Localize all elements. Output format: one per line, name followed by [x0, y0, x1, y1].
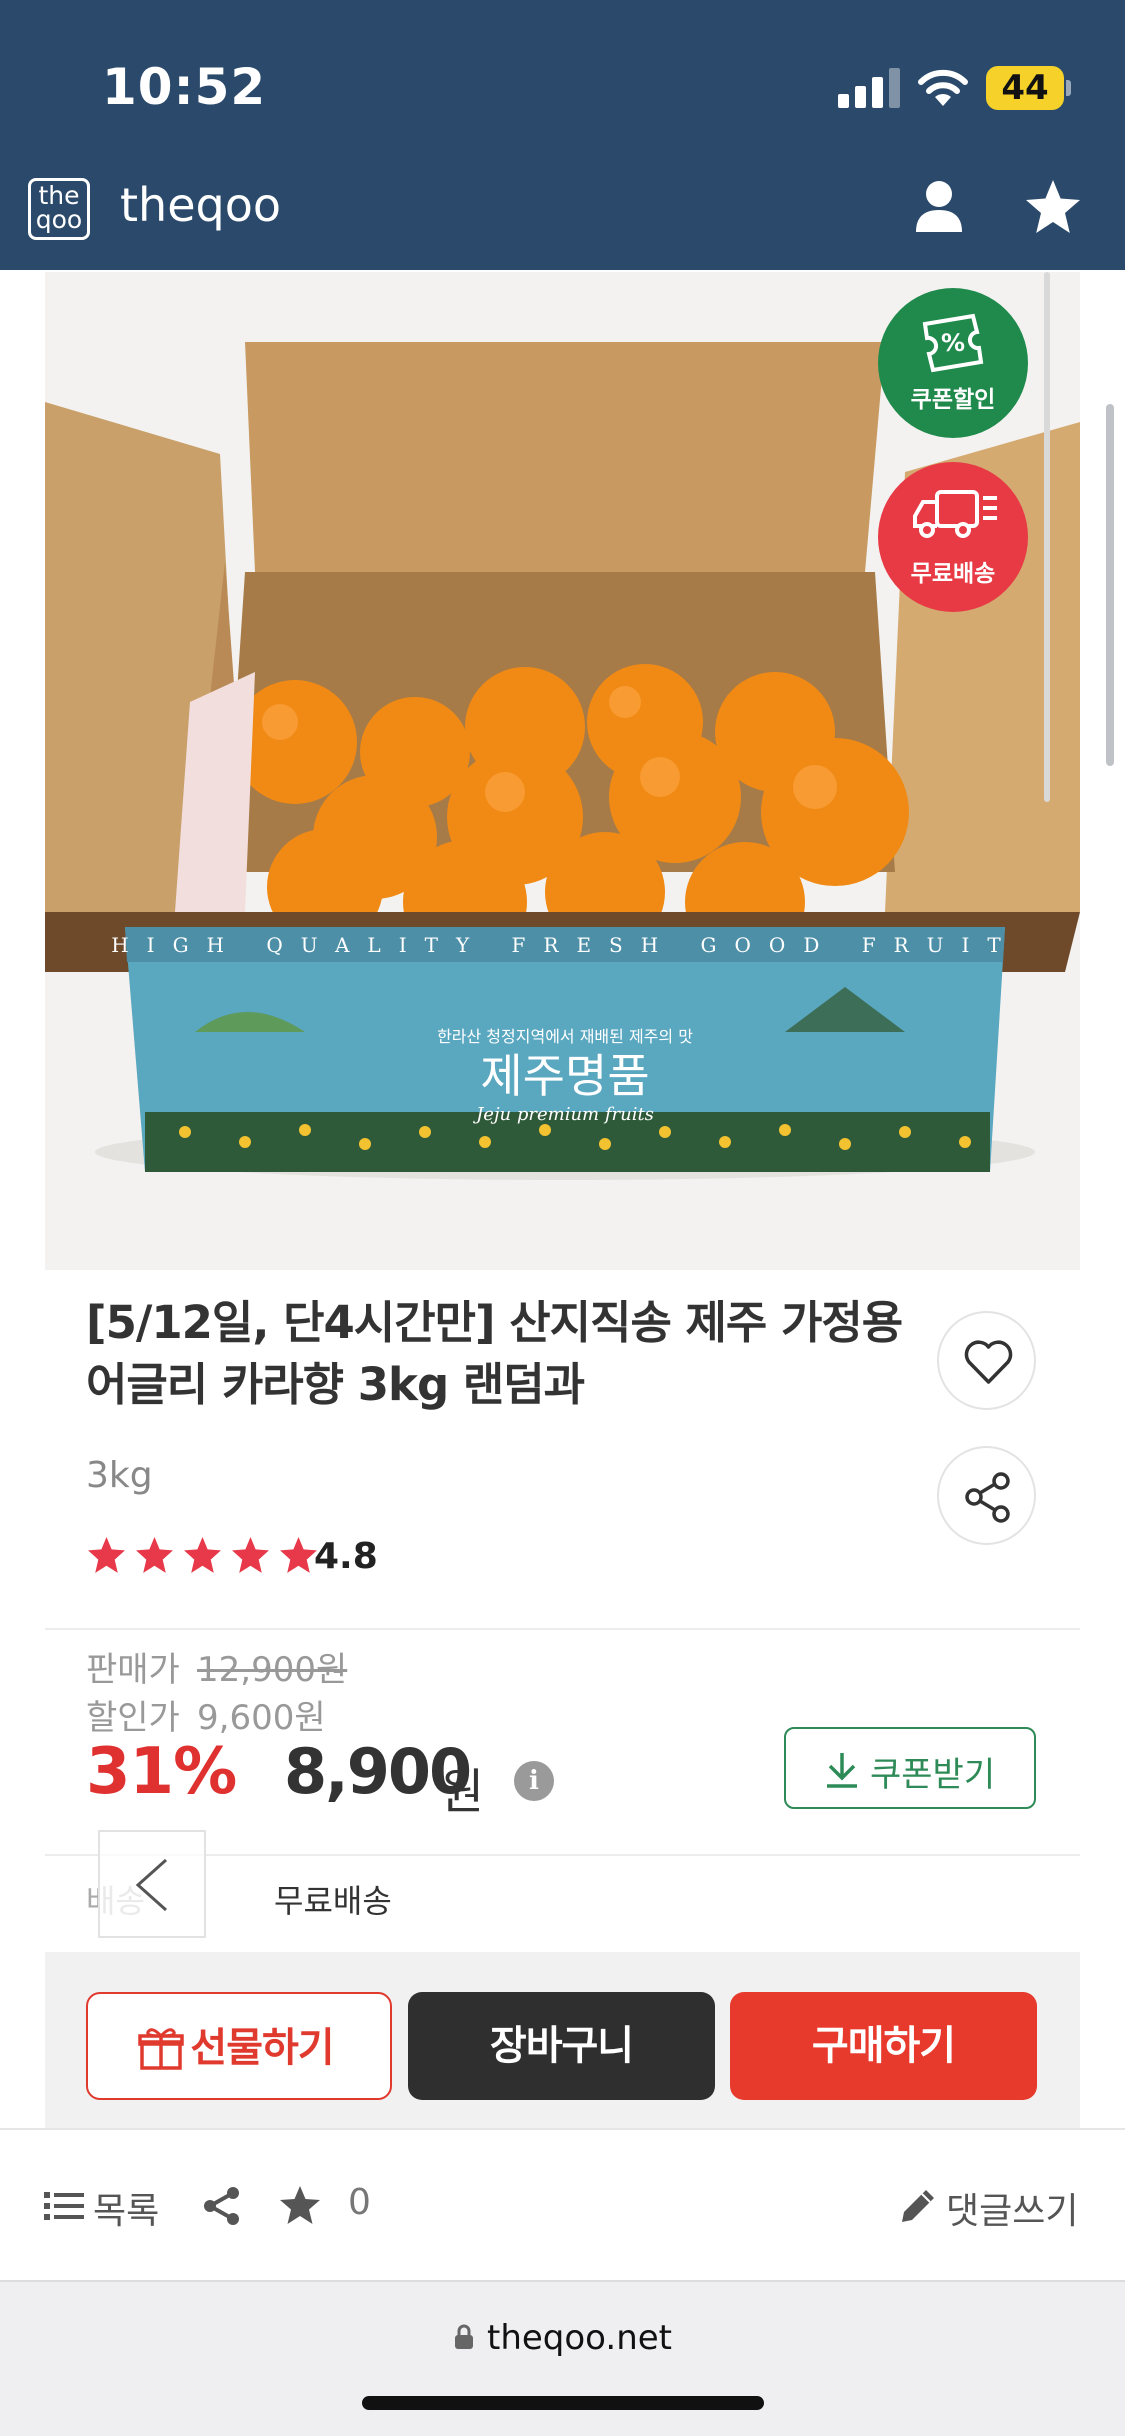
share-button[interactable] — [937, 1446, 1036, 1545]
free-shipping-badge-label: 무료배송 — [910, 561, 996, 587]
app-title[interactable]: theqoo — [120, 178, 281, 232]
app-header: 10:52 44 the qoo theqoo — [0, 0, 1125, 270]
cellular-signal-icon — [838, 68, 900, 108]
star-bookmark-icon[interactable] — [1022, 176, 1084, 238]
page-scrollbar[interactable] — [1106, 404, 1114, 766]
cart-button[interactable]: 장바구니 — [408, 1992, 715, 2100]
wishlist-button[interactable] — [937, 1311, 1036, 1410]
gift-button[interactable]: 선물하기 — [86, 1992, 392, 2100]
final-price-unit: 원 — [440, 1764, 485, 1820]
pencil-icon[interactable] — [898, 2186, 938, 2226]
list-button[interactable]: 목록 — [93, 2182, 159, 2234]
list-price: 12,900원 — [197, 1650, 348, 1690]
status-time: 10:52 — [102, 58, 267, 116]
home-indicator[interactable] — [362, 2396, 764, 2410]
box-sub-text: Jeju premium fruits — [472, 1104, 654, 1125]
chevron-left-icon — [135, 1858, 167, 1912]
star-icon — [232, 1537, 270, 1573]
url-text: theqoo.net — [487, 2318, 672, 2358]
coupon-icon: % — [922, 313, 984, 373]
list-price-label: 판매가 — [86, 1650, 180, 1690]
gift-icon — [138, 2028, 184, 2070]
toolbar-divider — [0, 2128, 1125, 2130]
coupon-badge-label: 쿠폰할인 — [910, 387, 996, 413]
rating-value: 4.8 — [314, 1536, 378, 1577]
share-icon — [965, 1472, 1010, 1523]
divider — [45, 1628, 1080, 1630]
box-brand-text: 제주명품 — [480, 1049, 649, 1103]
star-icon — [136, 1537, 174, 1573]
box-small-text: 한라산 청정지역에서 재배된 제주의 맛 — [437, 1027, 693, 1046]
battery-indicator: 44 — [986, 66, 1064, 110]
delivery-truck-icon — [913, 490, 997, 538]
svg-text:%: % — [941, 329, 965, 357]
free-shipping-badge: 무료배송 — [878, 462, 1028, 612]
battery-tip — [1066, 80, 1071, 96]
star-icon — [88, 1537, 125, 1573]
favorite-count: 0 — [348, 2182, 371, 2223]
box-band-text: HIGH QUALITY FRESH GOOD FRUIT — [111, 933, 1019, 957]
buy-button[interactable]: 구매하기 — [730, 1992, 1037, 2100]
address-bar[interactable]: theqoo.net — [0, 2318, 1125, 2358]
wifi-icon — [918, 69, 968, 106]
image-scroll-track — [1044, 272, 1050, 802]
product-option: 3kg — [86, 1455, 153, 1496]
coupon-discount-badge: % 쿠폰할인 — [878, 288, 1028, 438]
sale-price-label: 할인가 — [86, 1698, 180, 1738]
get-coupon-label: 쿠폰받기 — [870, 1755, 996, 1795]
write-comment-button[interactable]: 댓글쓰기 — [946, 2182, 1078, 2234]
price-info-icon[interactable]: i — [514, 1761, 554, 1801]
user-icon[interactable] — [908, 176, 970, 238]
product-title: [5/12일, 단4시간만] 산지직송 제주 가정용 어글리 카라향 3kg 랜… — [86, 1296, 903, 1411]
shipping-value: 무료배송 — [274, 1882, 392, 1920]
rating-stars — [86, 1535, 321, 1581]
discount-rate: 31% — [86, 1735, 237, 1809]
browser-bar — [0, 2280, 1125, 2436]
lock-icon — [455, 2324, 473, 2349]
download-icon — [827, 1753, 857, 1788]
star-icon[interactable] — [278, 2184, 322, 2226]
back-button[interactable] — [98, 1830, 206, 1938]
star-icon — [184, 1537, 222, 1573]
app-logo[interactable]: the qoo — [28, 178, 90, 240]
gift-button-label: 선물하기 — [190, 2025, 334, 2071]
get-coupon-button[interactable]: 쿠폰받기 — [784, 1727, 1036, 1809]
heart-icon — [964, 1340, 1013, 1384]
list-icon[interactable] — [44, 2190, 84, 2222]
sale-price: 9,600원 — [197, 1698, 326, 1738]
share-icon[interactable] — [202, 2186, 242, 2226]
